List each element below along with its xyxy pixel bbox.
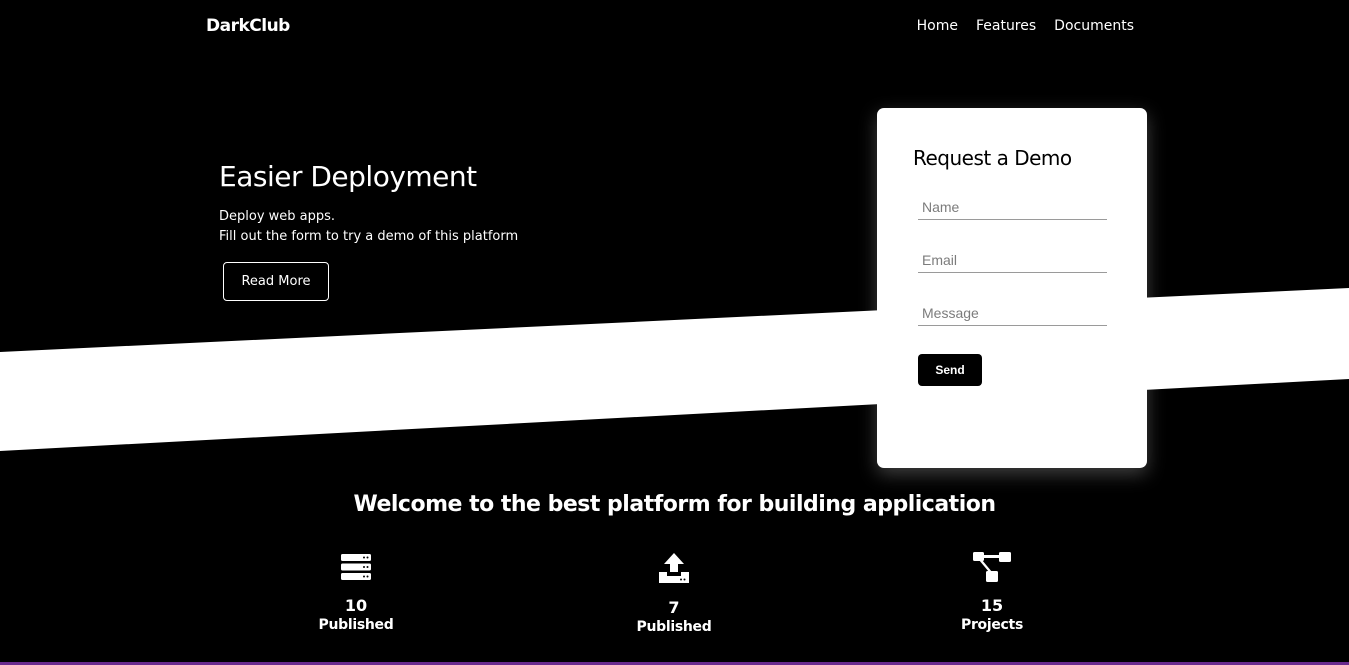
send-button[interactable]: Send: [918, 354, 982, 386]
message-input[interactable]: [918, 300, 1107, 326]
upload-icon: [659, 553, 689, 583]
project-diagram-icon: [973, 552, 1011, 582]
stat-value: 10: [344, 596, 368, 615]
stat-projects: 15 Projects: [912, 552, 1072, 633]
nav-link-home[interactable]: Home: [917, 18, 958, 34]
hero-section: Easier Deployment Deploy web apps. Fill …: [219, 160, 519, 301]
hero-line-2: Fill out the form to try a demo of this …: [219, 229, 519, 244]
stat-value: 15: [980, 596, 1004, 615]
stat-value: 7: [668, 598, 680, 617]
nav-link-features[interactable]: Features: [976, 18, 1036, 34]
stat-label: Published: [636, 619, 712, 635]
name-input[interactable]: [918, 194, 1107, 220]
demo-form-title: Request a Demo: [913, 146, 1072, 170]
stat-published-servers: 10 Published: [276, 552, 436, 633]
server-icon: [341, 554, 371, 580]
nav-menu: Home Features Documents: [917, 18, 1134, 34]
demo-request-form: Request a Demo Send: [877, 108, 1147, 468]
hero-line-1: Deploy web apps.: [219, 209, 336, 224]
stat-published-uploads: 7 Published: [594, 552, 754, 635]
read-more-button[interactable]: Read More: [223, 262, 329, 301]
welcome-heading: Welcome to the best platform for buildin…: [353, 492, 996, 517]
top-nav: DarkClub Home Features Documents: [0, 0, 1349, 54]
hero-title: Easier Deployment: [219, 160, 477, 193]
brand-logo[interactable]: DarkClub: [206, 16, 290, 36]
nav-link-documents[interactable]: Documents: [1054, 18, 1134, 34]
email-input[interactable]: [918, 247, 1107, 273]
stat-label: Published: [318, 617, 394, 633]
stat-label: Projects: [960, 617, 1023, 633]
